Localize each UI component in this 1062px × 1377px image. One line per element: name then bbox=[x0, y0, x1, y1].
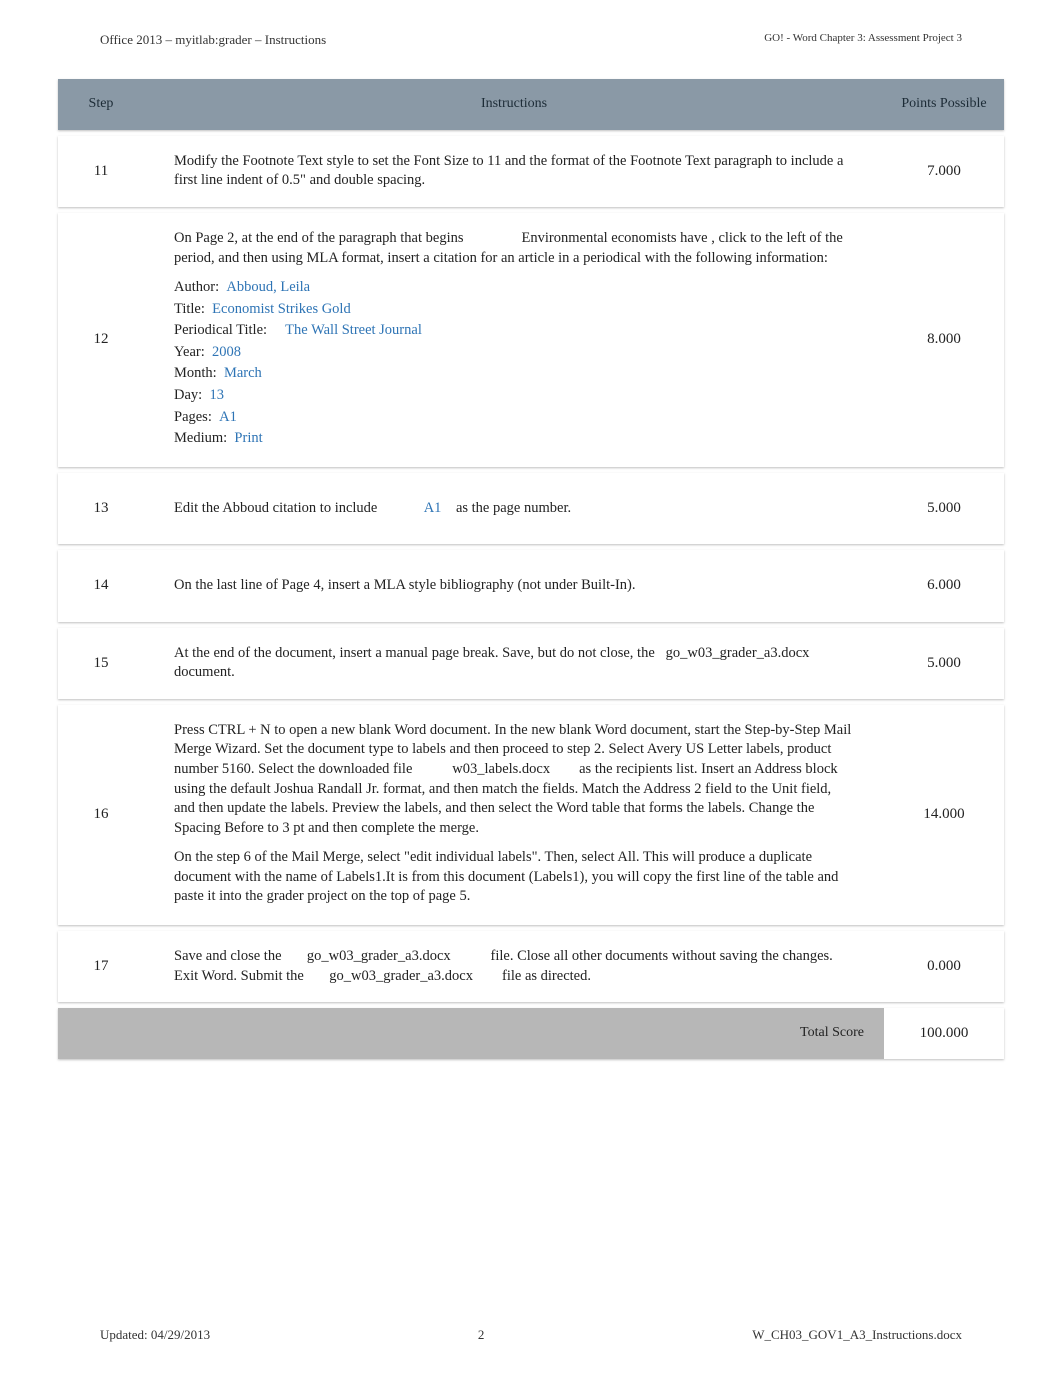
col-header-instructions: Instructions bbox=[144, 79, 884, 130]
label: Month: bbox=[174, 365, 217, 381]
instruction-cell: On the last line of Page 4, insert a MLA… bbox=[144, 550, 884, 622]
value: A1 bbox=[424, 500, 442, 516]
total-label: Total Score bbox=[144, 1008, 884, 1059]
label: Author: bbox=[174, 279, 219, 295]
footer-filename: W_CH03_GOV1_A3_Instructions.docx bbox=[752, 1327, 962, 1343]
step-number: 12 bbox=[58, 213, 144, 467]
value: 13 bbox=[209, 387, 224, 403]
instruction-cell: On Page 2, at the end of the paragraph t… bbox=[144, 213, 884, 467]
value: Economist Strikes Gold bbox=[212, 301, 351, 317]
total-spacer bbox=[58, 1008, 144, 1059]
instruction-text: On the last line of Page 4, insert a MLA… bbox=[174, 577, 636, 593]
table-row: 14 On the last line of Page 4, insert a … bbox=[58, 550, 1004, 622]
value: March bbox=[224, 365, 262, 381]
points-value: 0.000 bbox=[884, 931, 1004, 1002]
points-value: 5.000 bbox=[884, 628, 1004, 699]
text: Save and close the bbox=[174, 948, 282, 964]
value: Print bbox=[234, 430, 262, 446]
text: Edit the Abboud citation to include bbox=[174, 500, 377, 516]
instruction-cell: Edit the Abboud citation to include A1 a… bbox=[144, 473, 884, 545]
text: At the end of the document, insert a man… bbox=[174, 645, 655, 661]
table-row: 12 On Page 2, at the end of the paragrap… bbox=[58, 213, 1004, 467]
points-value: 14.000 bbox=[884, 705, 1004, 925]
step-number: 15 bbox=[58, 628, 144, 699]
points-value: 7.000 bbox=[884, 136, 1004, 207]
label: Title: bbox=[174, 301, 205, 317]
filename: w03_labels.docx bbox=[452, 761, 550, 777]
col-header-points: Points Possible bbox=[884, 79, 1004, 130]
text: document. bbox=[174, 664, 235, 680]
filename: go_w03_grader_a3.docx bbox=[329, 968, 473, 984]
step-number: 16 bbox=[58, 705, 144, 925]
header-right: GO! - Word Chapter 3: Assessment Project… bbox=[764, 32, 962, 48]
text: as the page number. bbox=[456, 500, 571, 516]
value: The Wall Street Journal bbox=[285, 322, 422, 338]
instruction-cell: Save and close the go_w03_grader_a3.docx… bbox=[144, 931, 884, 1002]
points-value: 6.000 bbox=[884, 550, 1004, 622]
table-row: 15 At the end of the document, insert a … bbox=[58, 628, 1004, 699]
label: Pages: bbox=[174, 409, 212, 425]
label: Medium: bbox=[174, 430, 227, 446]
step-number: 17 bbox=[58, 931, 144, 1002]
filename: go_w03_grader_a3.docx bbox=[666, 645, 810, 661]
table-row: 16 Press CTRL + N to open a new blank Wo… bbox=[58, 705, 1004, 925]
table-row: 11 Modify the Footnote Text style to set… bbox=[58, 136, 1004, 207]
points-value: 8.000 bbox=[884, 213, 1004, 467]
page-footer: Updated: 04/29/2013 2 W_CH03_GOV1_A3_Ins… bbox=[0, 1327, 1062, 1343]
table-row: 13 Edit the Abboud citation to include A… bbox=[58, 473, 1004, 545]
label: Year: bbox=[174, 344, 205, 360]
label: Day: bbox=[174, 387, 202, 403]
instruction-cell: Modify the Footnote Text style to set th… bbox=[144, 136, 884, 207]
value: 2008 bbox=[212, 344, 241, 360]
table-header-row: Step Instructions Points Possible bbox=[58, 79, 1004, 130]
col-header-step: Step bbox=[58, 79, 144, 130]
total-value: 100.000 bbox=[884, 1008, 1004, 1059]
instructions-table: Step Instructions Points Possible 11 Mod… bbox=[58, 79, 1004, 1059]
text: On Page 2, at the end of the paragraph t… bbox=[174, 230, 464, 246]
step-number: 14 bbox=[58, 550, 144, 622]
text: file as directed. bbox=[502, 968, 591, 984]
instruction-text: Modify the Footnote Text style to set th… bbox=[174, 153, 843, 189]
step-number: 11 bbox=[58, 136, 144, 207]
label: Periodical Title: bbox=[174, 322, 267, 338]
total-row: Total Score 100.000 bbox=[58, 1008, 1004, 1059]
text: Environmental economists have bbox=[522, 230, 708, 246]
footer-updated: Updated: 04/29/2013 bbox=[100, 1327, 210, 1343]
step-number: 13 bbox=[58, 473, 144, 545]
instruction-cell: At the end of the document, insert a man… bbox=[144, 628, 884, 699]
text: On the step 6 of the Mail Merge, select … bbox=[174, 849, 838, 904]
footer-page: 2 bbox=[478, 1327, 485, 1343]
table-row: 17 Save and close the go_w03_grader_a3.d… bbox=[58, 931, 1004, 1002]
page-header: Office 2013 – myitlab:grader – Instructi… bbox=[0, 0, 1062, 56]
header-underline bbox=[48, 56, 578, 57]
filename: go_w03_grader_a3.docx bbox=[307, 948, 451, 964]
header-left: Office 2013 – myitlab:grader – Instructi… bbox=[100, 32, 326, 48]
points-value: 5.000 bbox=[884, 473, 1004, 545]
value: Abboud, Leila bbox=[226, 279, 310, 295]
instruction-cell: Press CTRL + N to open a new blank Word … bbox=[144, 705, 884, 925]
value: A1 bbox=[219, 409, 237, 425]
